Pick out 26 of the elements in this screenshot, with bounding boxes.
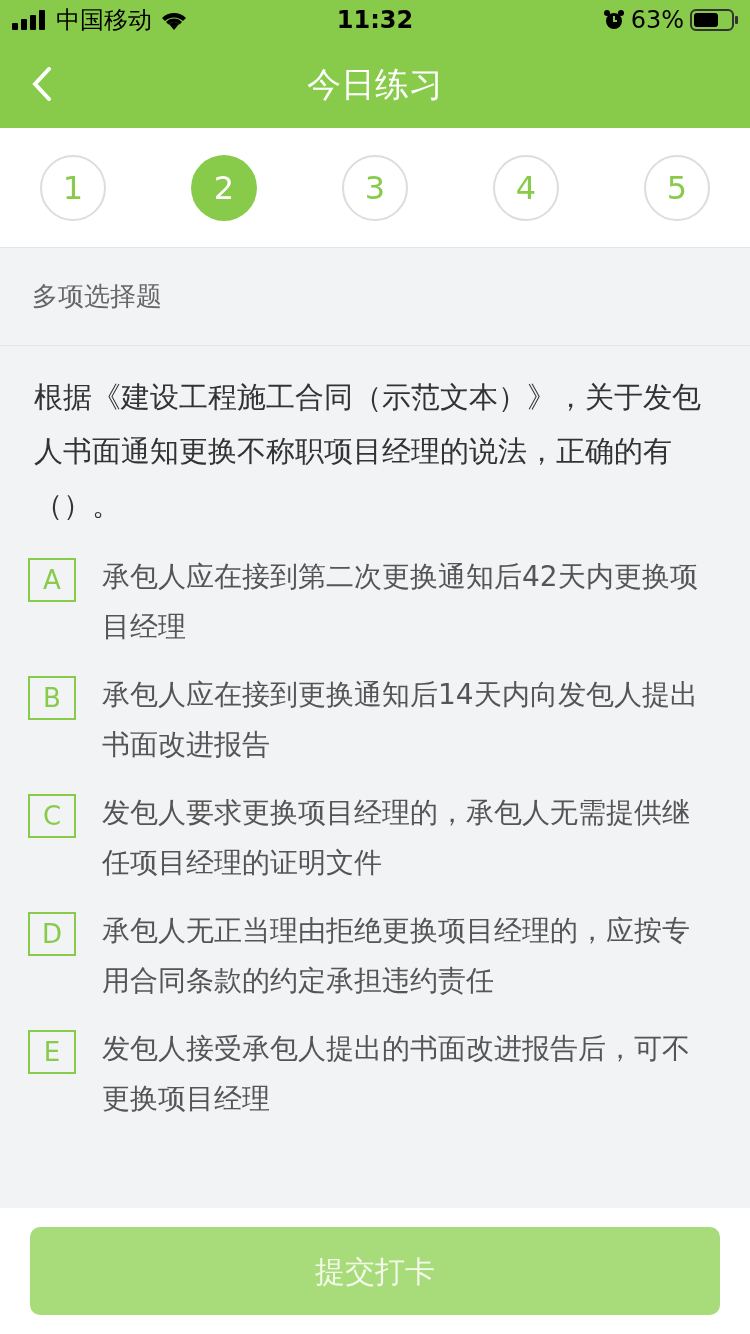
option-letter-box[interactable]: A: [28, 558, 76, 602]
signal-icon: [12, 10, 48, 30]
wifi-icon: [160, 10, 188, 30]
option-text[interactable]: 发包人要求更换项目经理的，承包人无需提供继任项目经理的证明文件: [102, 788, 702, 888]
option-letter-box[interactable]: D: [28, 912, 76, 956]
battery-icon: [690, 8, 738, 32]
question-number-tab[interactable]: 4: [493, 154, 559, 221]
option-text[interactable]: 发包人接受承包人提出的书面改进报告后，可不更换项目经理: [102, 1024, 702, 1124]
option-letter-box[interactable]: E: [28, 1030, 76, 1074]
option-text[interactable]: 承包人无正当理由拒绝更换项目经理的，应按专用合同条款的约定承担违约责任: [102, 906, 702, 1006]
status-time: 11:32: [336, 8, 414, 32]
page-title: 今日练习: [307, 62, 443, 106]
carrier-name: 中国移动: [56, 8, 152, 32]
option-text[interactable]: 承包人应在接到更换通知后14天内向发包人提出书面改进报告: [102, 670, 702, 770]
back-icon: [32, 67, 52, 101]
option-text[interactable]: 承包人应在接到第二次更换通知后42天内更换项目经理: [102, 552, 702, 652]
question-number-tab[interactable]: 1: [40, 154, 106, 221]
question-type: 多项选择题: [32, 280, 162, 313]
option-letter-box[interactable]: B: [28, 676, 76, 720]
question-number-tab[interactable]: 5: [644, 154, 710, 221]
option-letter-box[interactable]: C: [28, 794, 76, 838]
question-number-tab[interactable]: 2: [191, 154, 257, 221]
question-text: 根据《建设工程施工合同（示范文本）》，关于发包人书面通知更换不称职项目经理的说法，正确的有（）。: [33, 379, 702, 524]
question-number-tab[interactable]: 3: [342, 154, 408, 221]
battery-percent: 63%: [630, 8, 684, 32]
alarm-icon: [602, 9, 625, 31]
